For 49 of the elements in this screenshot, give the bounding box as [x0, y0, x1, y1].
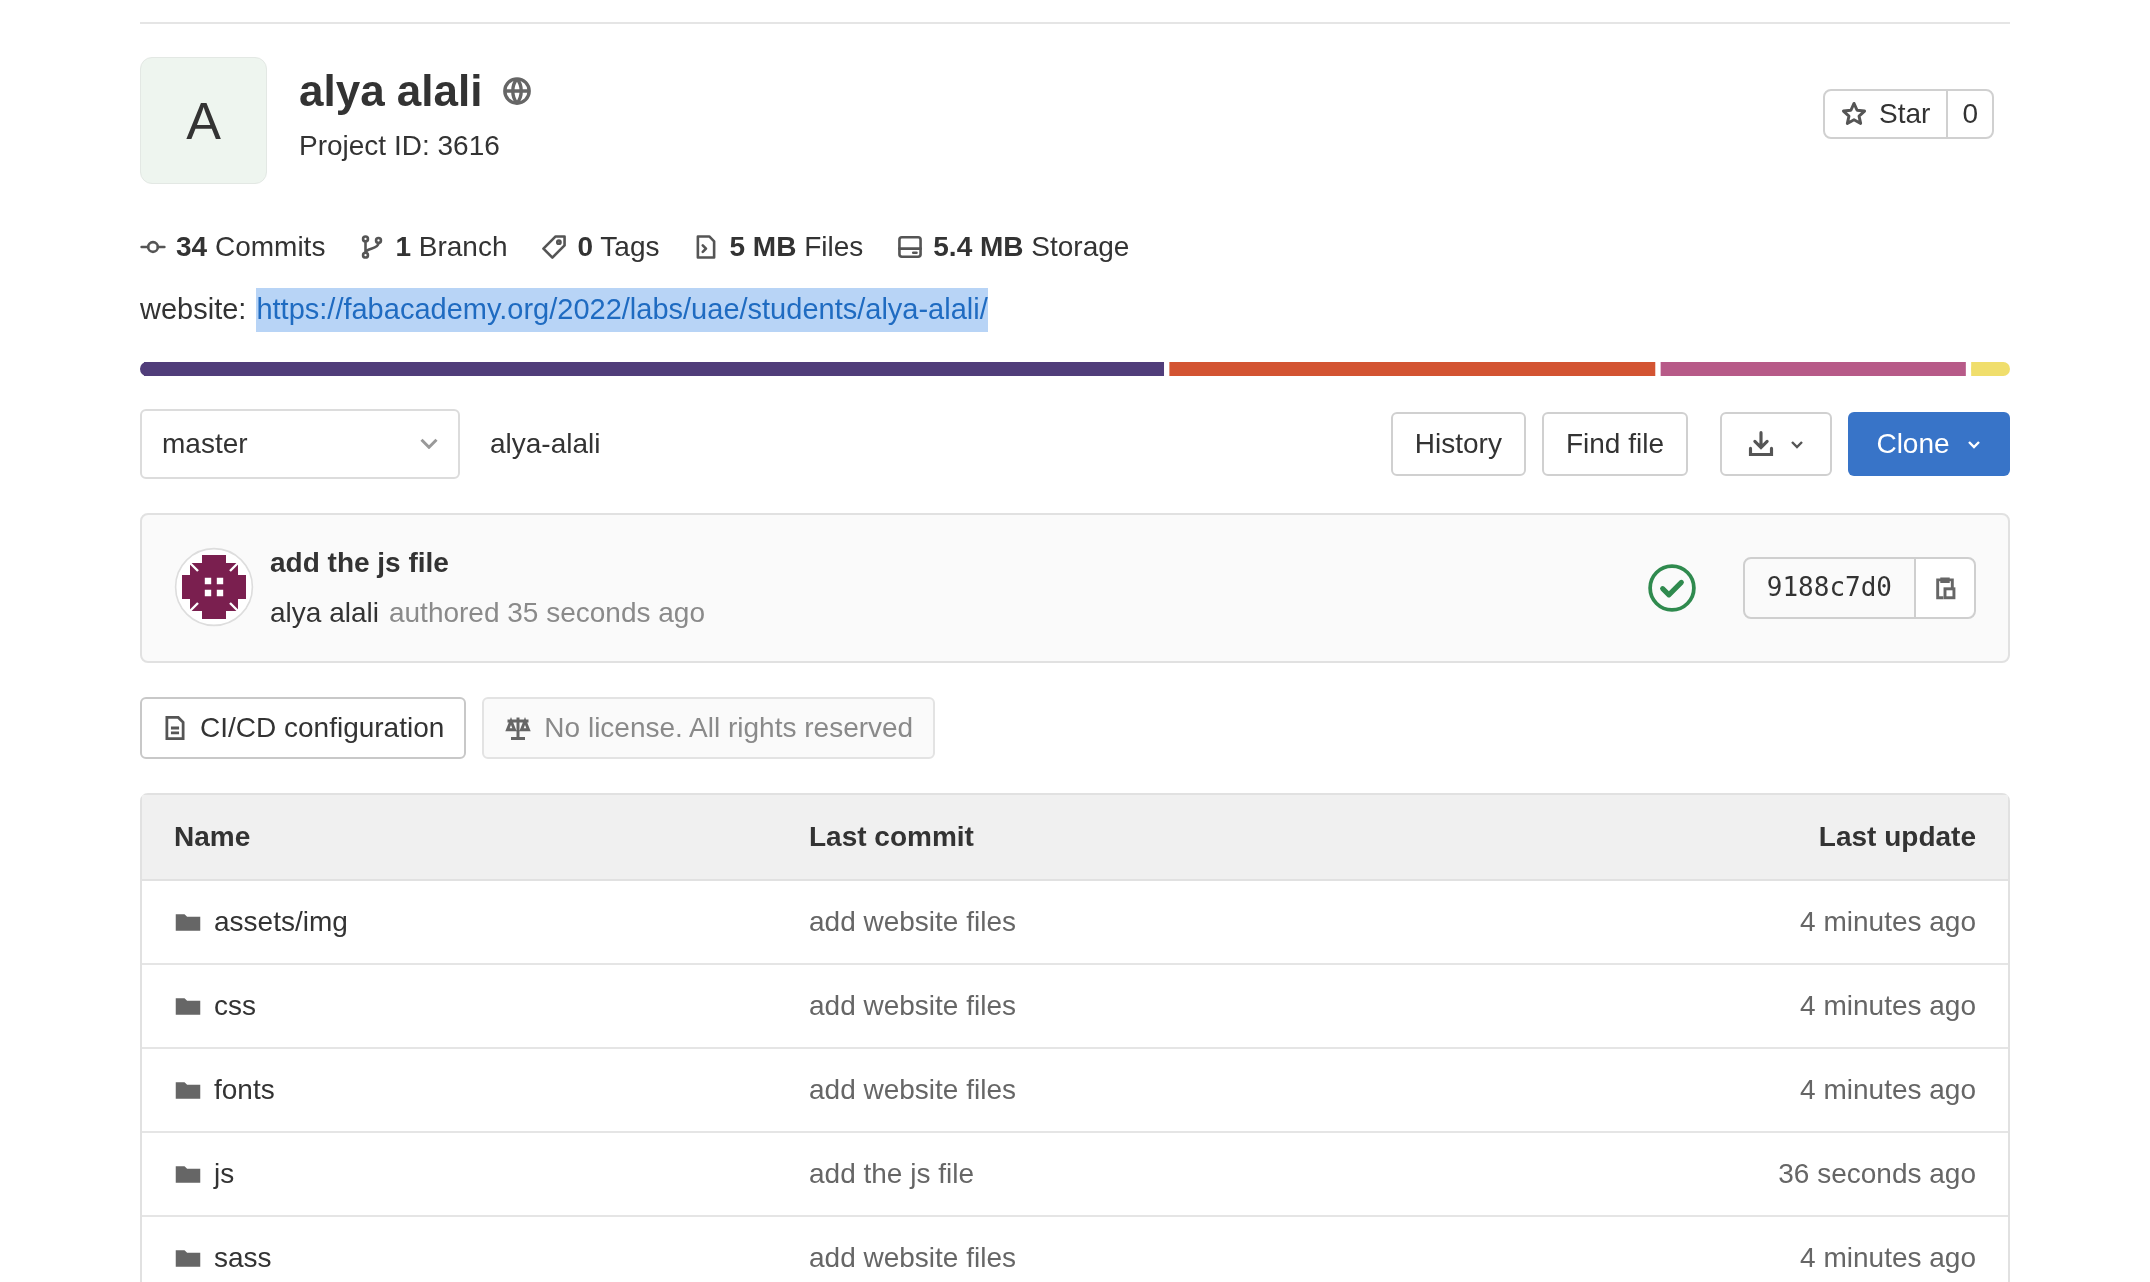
- stat-link[interactable]: 1 Branch: [395, 226, 508, 268]
- file-name-link[interactable]: sass: [214, 1236, 272, 1279]
- commit-message-link[interactable]: add website files: [809, 900, 1556, 943]
- document-icon: [162, 713, 188, 742]
- project-id: Project ID: 3616: [299, 129, 501, 163]
- file-name-link[interactable]: js: [214, 1152, 235, 1195]
- website-label: website:: [140, 292, 247, 327]
- stat-link[interactable]: 0 Tags: [577, 226, 660, 268]
- commit-message-link[interactable]: add website files: [809, 984, 1556, 1027]
- commit-meta: authored 35 seconds ago: [388, 595, 705, 630]
- history-button[interactable]: History: [1390, 411, 1526, 476]
- column-header: Last commit: [809, 819, 975, 854]
- website-link[interactable]: https://fabacademy.org/2022/labs/uae/students/alya-alali/: [256, 288, 988, 332]
- project-avatar: A: [140, 57, 267, 184]
- last-update-text: 4 minutes ago: [1799, 1240, 1976, 1275]
- file-name-link[interactable]: fonts: [214, 1068, 275, 1111]
- last-update-text: 4 minutes ago: [1799, 1072, 1976, 1107]
- last-update-text: 4 minutes ago: [1799, 988, 1976, 1023]
- find-file-button[interactable]: Find file: [1541, 411, 1688, 476]
- last-update-text: 36 seconds ago: [1777, 1156, 1976, 1191]
- branch-dropdown[interactable]: master: [140, 408, 460, 479]
- download-button[interactable]: [1720, 411, 1832, 476]
- breadcrumb-path[interactable]: alya-alali: [490, 422, 601, 465]
- star-icon: [1841, 101, 1868, 127]
- last-update-text: 4 minutes ago: [1799, 904, 1976, 939]
- commit-message-link[interactable]: add the js file: [809, 1152, 1556, 1195]
- commit-message-link[interactable]: add website files: [809, 1236, 1556, 1279]
- stat-link[interactable]: 5 MB Files: [729, 226, 864, 268]
- globe-icon: [502, 76, 533, 106]
- copy-sha-button[interactable]: [1914, 558, 1974, 617]
- chevron-down-icon: [420, 438, 438, 449]
- column-header: Name: [174, 819, 252, 854]
- star-button[interactable]: Star: [1825, 91, 1947, 137]
- stat-link[interactable]: 5.4 MB Storage: [933, 226, 1130, 268]
- tag-icon: [541, 234, 568, 260]
- file-name-link[interactable]: assets/img: [214, 900, 348, 943]
- project-badge-button[interactable]: CI/CD configuration: [140, 696, 467, 759]
- storage-icon: [897, 234, 924, 260]
- commit-author[interactable]: alya alali: [270, 591, 379, 634]
- clone-button[interactable]: Clone: [1848, 411, 2010, 476]
- pipeline-passed-icon[interactable]: [1646, 562, 1697, 613]
- commit-message-link[interactable]: add website files: [809, 1068, 1556, 1111]
- column-header: Last update: [1817, 819, 1976, 854]
- project-title: alya alali: [299, 69, 483, 113]
- stat-link[interactable]: 34 Commits: [176, 226, 326, 268]
- download-icon: [1747, 429, 1775, 458]
- commit-title[interactable]: add the js file: [270, 541, 705, 584]
- file-name-link[interactable]: css: [214, 984, 256, 1027]
- star-count: 0: [1946, 91, 1992, 137]
